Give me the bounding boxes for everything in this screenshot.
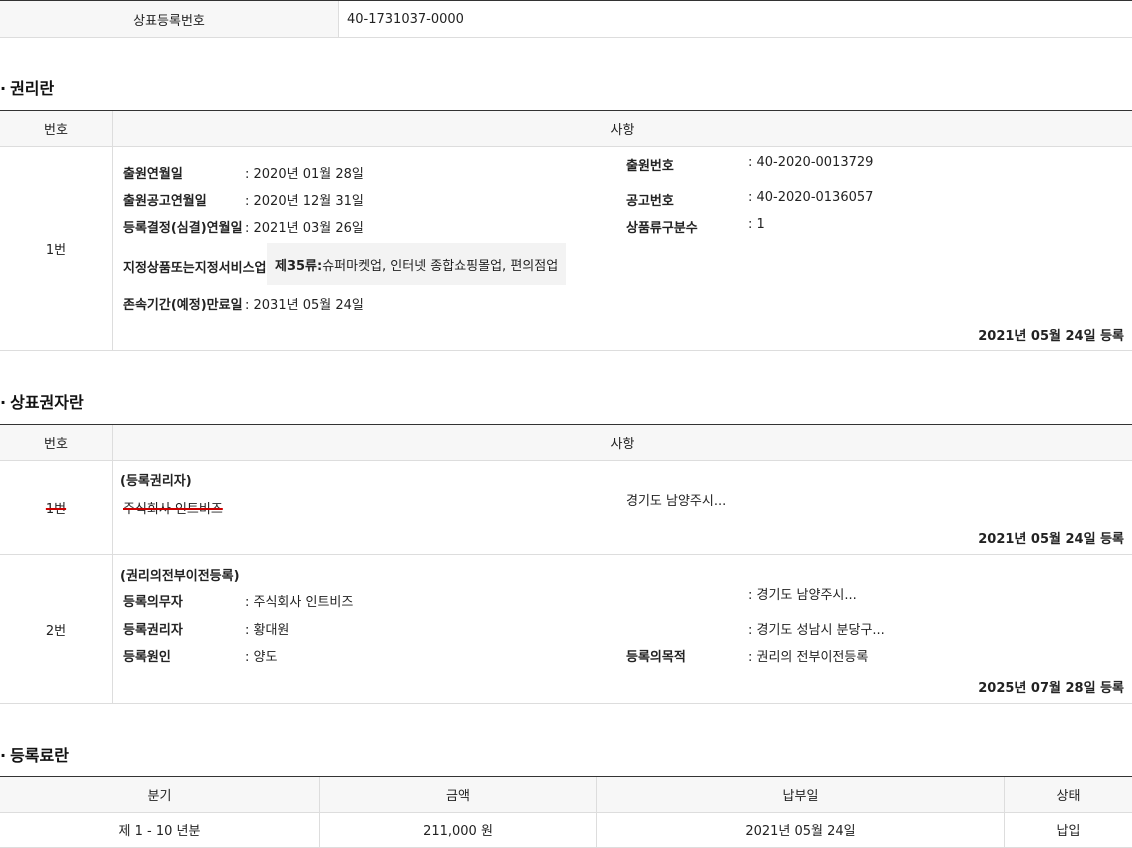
class-count-value: : 1: [748, 217, 765, 232]
notice-number-label: 공고번호: [626, 194, 674, 209]
registration-decision-label: 등록결정(심결)연월일: [123, 221, 243, 236]
owner-row-1-stamp: 2021년 05월 24일 등록: [978, 532, 1124, 547]
fees-amount: 211,000 원: [320, 812, 597, 847]
owners-section-title: · 상표권자란: [0, 393, 84, 412]
owner-row-1-name: 주식회사 인트비즈: [123, 502, 223, 517]
fees-paid-date: 2021년 05월 24일: [597, 812, 1005, 847]
cause-value: : 양도: [245, 650, 278, 665]
holder-value: : 황대원: [245, 623, 290, 638]
designated-goods-label: 지정상품또는지정서비스업: [123, 261, 267, 276]
rights-section-title: · 권리란: [0, 79, 55, 98]
designated-class: 제35류:: [275, 258, 323, 274]
filing-date-label: 출원연월일: [123, 167, 183, 182]
obligor-value: : 주식회사 인트비즈: [245, 595, 354, 610]
owner-row-1-body: (등록권리자) 주식회사 인트비즈 경기도 남양주시... 2021년 05월 …: [113, 460, 1132, 554]
owners-col-number: 번호: [0, 425, 113, 460]
filing-date-value: : 2020년 01월 28일: [245, 167, 364, 182]
registration-number-value: 40-1731037-0000: [347, 11, 464, 27]
expiry-date-label: 존속기간(예정)만료일: [123, 298, 243, 313]
rights-table-header: 번호 사항: [0, 110, 1132, 147]
owner-row-2-number: 2번: [0, 555, 113, 703]
holder-label: 등록권리자: [123, 623, 183, 638]
expiry-date-value: : 2031년 05월 24일: [245, 298, 364, 313]
obligor-address: : 경기도 남양주시...: [748, 588, 857, 603]
purpose-label: 등록의목적: [626, 650, 686, 665]
owner-row-1-number: 1번: [0, 460, 113, 554]
rights-row: 1번 출원연월일 : 2020년 01월 28일 출원공고연월일 : 2020년…: [0, 146, 1132, 351]
owner-row-1-address: 경기도 남양주시...: [626, 494, 727, 509]
owner-row-2-type: (권리의전부이전등록): [120, 569, 240, 584]
rights-col-detail: 사항: [610, 123, 635, 138]
rights-registration-stamp: 2021년 05월 24일 등록: [978, 329, 1124, 344]
registration-number-row: 상표등록번호 40-1731037-0000: [0, 0, 1132, 38]
fees-status: 납입: [1056, 824, 1081, 839]
registration-number-label: 상표등록번호: [0, 1, 339, 37]
holder-address: : 경기도 성남시 분당구...: [748, 623, 885, 638]
registration-decision-value: : 2021년 03월 26일: [245, 221, 364, 236]
owner-row-2: 2번 (권리의전부이전등록) 등록의무자 : 주식회사 인트비즈 : 경기도 남…: [0, 555, 1132, 704]
owners-table-header: 번호 사항: [0, 424, 1132, 461]
owner-row-1-type: (등록권리자): [120, 474, 192, 489]
obligor-label: 등록의무자: [123, 595, 183, 610]
rights-col-number: 번호: [0, 111, 113, 146]
application-number-value: : 40-2020-0013729: [748, 155, 874, 170]
fees-col-period: 분기: [0, 777, 320, 812]
owners-col-detail: 사항: [610, 437, 635, 452]
owner-row-1: 1번 (등록권리자) 주식회사 인트비즈 경기도 남양주시... 2021년 0…: [0, 460, 1132, 555]
purpose-value: : 권리의 전부이전등록: [748, 650, 869, 665]
fees-col-status: 상태: [1056, 789, 1081, 804]
rights-row-number: 1번: [0, 146, 113, 350]
application-number-label: 출원번호: [626, 159, 674, 174]
notice-number-value: : 40-2020-0136057: [748, 190, 874, 205]
publication-date-label: 출원공고연월일: [123, 194, 207, 209]
designated-description: 슈퍼마켓업, 인터넷 종합쇼핑몰업, 편의점업: [322, 258, 559, 274]
fees-section-title: · 등록료란: [0, 746, 69, 765]
publication-date-value: : 2020년 12월 31일: [245, 194, 364, 209]
designated-goods-chip: 제35류: 슈퍼마켓업, 인터넷 종합쇼핑몰업, 편의점업: [267, 243, 567, 285]
fees-col-paid-date: 납부일: [597, 777, 1005, 812]
cause-label: 등록원인: [123, 650, 171, 665]
rights-row-body: 출원연월일 : 2020년 01월 28일 출원공고연월일 : 2020년 12…: [113, 146, 1132, 350]
owner-row-2-body: (권리의전부이전등록) 등록의무자 : 주식회사 인트비즈 : 경기도 남양주시…: [113, 555, 1132, 703]
fees-col-amount: 금액: [320, 777, 597, 812]
class-count-label: 상품류구분수: [626, 221, 698, 236]
fees-period: 제 1 - 10 년분: [0, 812, 320, 847]
fees-table-header: 분기 금액 납부일 상태: [0, 776, 1132, 813]
fees-row: 제 1 - 10 년분 211,000 원 2021년 05월 24일 납입: [0, 812, 1132, 848]
owner-row-2-stamp: 2025년 07월 28일 등록: [978, 681, 1124, 696]
